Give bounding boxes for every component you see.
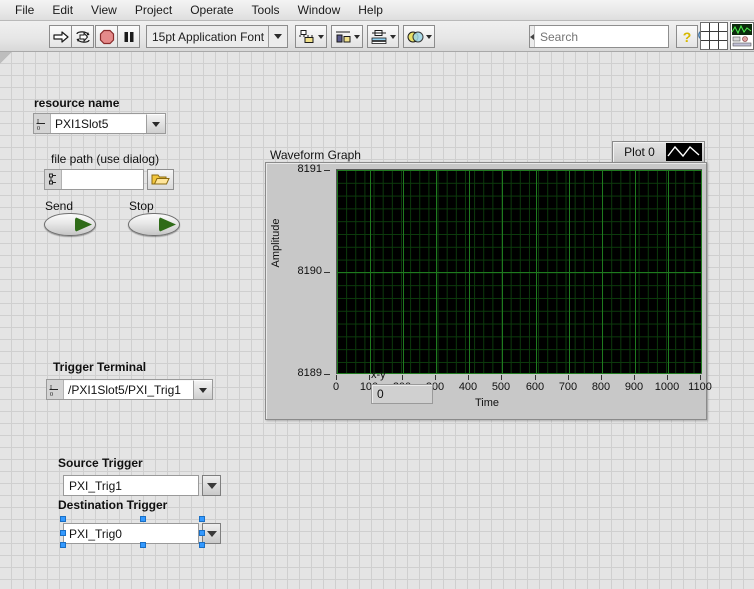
resize-objects-button[interactable] bbox=[367, 25, 399, 48]
x-tick-label: 600 bbox=[525, 381, 545, 393]
file-path-label: file path (use dialog) bbox=[51, 152, 160, 166]
menu-bar: File Edit View Project Operate Tools Win… bbox=[0, 0, 754, 21]
resource-name-value: PXI1Slot5 bbox=[55, 116, 109, 131]
y-tick-mark bbox=[324, 170, 330, 171]
source-trigger-dropdown-icon[interactable] bbox=[202, 475, 221, 496]
align-objects-button[interactable] bbox=[295, 25, 327, 48]
toolbar: 15pt Application Font Search ? bbox=[0, 21, 754, 52]
selection-handle[interactable] bbox=[140, 516, 146, 522]
window-grid-icon[interactable] bbox=[700, 22, 728, 50]
plot-legend-label: Plot 0 bbox=[624, 145, 655, 159]
menu-item-operate[interactable]: Operate bbox=[181, 1, 242, 20]
stop-switch[interactable] bbox=[128, 213, 180, 236]
menu-item-help[interactable]: Help bbox=[349, 1, 392, 20]
svg-text:I: I bbox=[50, 385, 52, 391]
x-tick-label: 800 bbox=[591, 381, 611, 393]
front-panel-thumbnail-icon[interactable] bbox=[730, 22, 754, 50]
resource-name-label: resource name bbox=[34, 96, 120, 110]
trigger-terminal-label: Trigger Terminal bbox=[53, 360, 147, 374]
font-selector-value: 15pt Application Font bbox=[152, 29, 265, 44]
source-trigger-control[interactable]: PXI_Trig1 bbox=[63, 475, 221, 496]
execution-controls-group bbox=[95, 25, 140, 48]
plot-style-swatch[interactable] bbox=[666, 143, 702, 161]
plot-legend[interactable]: Plot 0 bbox=[612, 141, 705, 163]
trigger-terminal-control[interactable]: I 0 /PXI1Slot5/PXI_Trig1 bbox=[46, 379, 213, 400]
menu-item-window[interactable]: Window bbox=[289, 1, 350, 20]
resource-name-control[interactable]: I 0 PXI1Slot5 bbox=[33, 113, 166, 134]
search-input[interactable] bbox=[535, 28, 697, 45]
x-tick-label: 1100 bbox=[688, 381, 712, 393]
font-selector[interactable]: 15pt Application Font bbox=[146, 25, 288, 48]
destination-trigger-control[interactable]: PXI_Trig0 bbox=[63, 523, 221, 544]
resource-name-dropdown-icon[interactable] bbox=[146, 114, 165, 133]
x-tick-label: 700 bbox=[558, 381, 578, 393]
y-tick-mark bbox=[324, 374, 330, 375]
menu-item-project[interactable]: Project bbox=[126, 1, 181, 20]
destination-trigger-label: Destination Trigger bbox=[58, 498, 168, 512]
x-tick-label: 500 bbox=[491, 381, 511, 393]
selection-handle[interactable] bbox=[199, 530, 205, 536]
selection-handle[interactable] bbox=[140, 542, 146, 548]
selection-handle[interactable] bbox=[60, 542, 66, 548]
send-switch[interactable] bbox=[44, 213, 96, 236]
selection-handle[interactable] bbox=[60, 530, 66, 536]
file-path-field[interactable] bbox=[44, 169, 144, 190]
waveform-graph-title: Waveform Graph bbox=[270, 148, 361, 162]
help-button[interactable]: ? bbox=[676, 25, 698, 48]
send-switch-label: Send bbox=[45, 199, 74, 213]
font-selector-dropdown-icon[interactable] bbox=[268, 26, 287, 47]
svg-text:I: I bbox=[37, 119, 39, 125]
x-tick-label: 400 bbox=[458, 381, 478, 393]
xy-indicator-label: x-y bbox=[371, 369, 386, 381]
x-tick-label: 900 bbox=[624, 381, 644, 393]
pause-icon[interactable] bbox=[117, 25, 140, 48]
x-tick-label: 1000 bbox=[654, 381, 680, 393]
selection-handle[interactable] bbox=[199, 516, 205, 522]
x-tick-label: 0 bbox=[332, 381, 340, 393]
x-axis-title: Time bbox=[474, 397, 500, 409]
svg-text:0: 0 bbox=[37, 126, 40, 131]
menu-item-tools[interactable]: Tools bbox=[243, 1, 289, 20]
run-icon[interactable] bbox=[49, 25, 72, 48]
destination-trigger-value[interactable]: PXI_Trig0 bbox=[63, 523, 199, 544]
front-panel-canvas[interactable]: resource name I 0 PXI1Slot5 file path (u… bbox=[0, 52, 754, 589]
run-controls-group bbox=[49, 25, 94, 48]
io-refnum-icon: I 0 bbox=[47, 380, 64, 399]
distribute-objects-button[interactable] bbox=[331, 25, 363, 48]
abort-execution-icon[interactable] bbox=[95, 25, 118, 48]
y-tick-label: 8189 bbox=[297, 367, 322, 379]
trigger-terminal-dropdown-icon[interactable] bbox=[193, 380, 212, 399]
y-tick-label: 8191 bbox=[297, 163, 322, 175]
file-path-control[interactable] bbox=[44, 169, 174, 190]
stop-switch-label: Stop bbox=[129, 199, 154, 213]
menu-item-view[interactable]: View bbox=[82, 1, 126, 20]
search-box[interactable] bbox=[529, 25, 712, 48]
path-glyph-icon bbox=[45, 170, 62, 189]
run-continuously-icon[interactable] bbox=[71, 25, 94, 48]
selection-handle[interactable] bbox=[60, 516, 66, 522]
selection-handle[interactable] bbox=[199, 542, 205, 548]
plot-area[interactable] bbox=[336, 169, 702, 374]
waveform-graph[interactable]: 8191 8190 8189 Amplitude 0 100 300 400 5… bbox=[265, 162, 712, 420]
menu-item-edit[interactable]: Edit bbox=[43, 1, 82, 20]
labview-front-panel: File Edit View Project Operate Tools Win… bbox=[0, 0, 754, 589]
arrange-tools-group bbox=[295, 25, 439, 48]
svg-text:0: 0 bbox=[50, 392, 53, 397]
reorder-objects-button[interactable] bbox=[403, 25, 435, 48]
io-refnum-icon: I 0 bbox=[34, 114, 51, 133]
y-axis-title: Amplitude bbox=[270, 218, 282, 268]
source-trigger-value[interactable]: PXI_Trig1 bbox=[63, 475, 199, 496]
xy-indicator: 0 bbox=[371, 384, 433, 404]
menu-item-file[interactable]: File bbox=[6, 1, 43, 20]
y-tick-mark bbox=[324, 272, 330, 273]
source-trigger-label: Source Trigger bbox=[58, 456, 143, 470]
trigger-terminal-value: /PXI1Slot5/PXI_Trig1 bbox=[68, 382, 181, 397]
folder-browse-icon[interactable] bbox=[147, 169, 174, 190]
